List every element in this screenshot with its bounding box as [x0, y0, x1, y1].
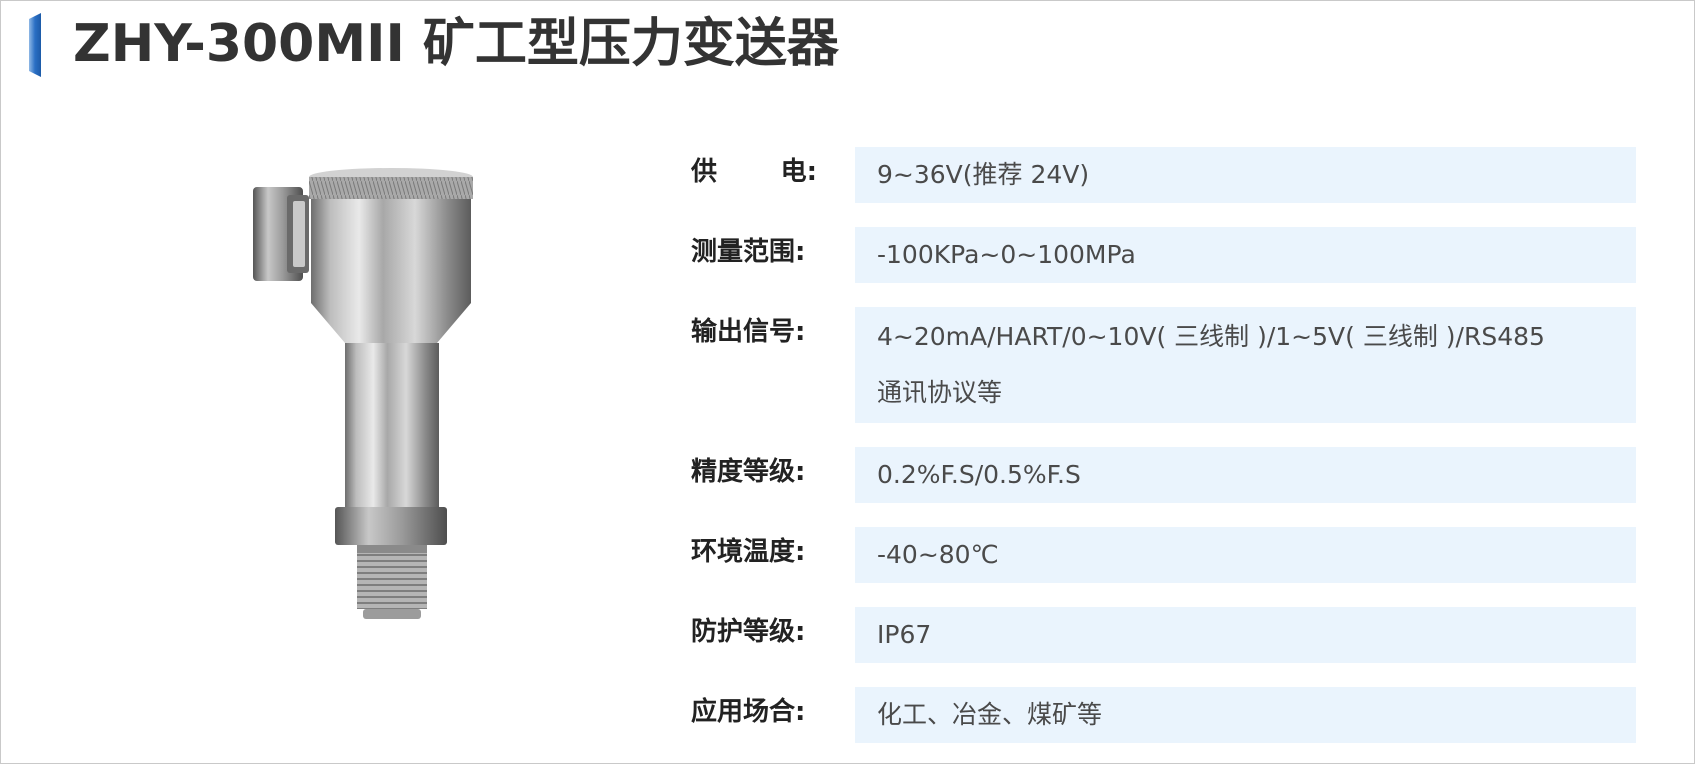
- spec-label: 测量范围:: [691, 237, 806, 267]
- spec-value: 9~36V(推荐 24V): [855, 147, 1636, 203]
- spec-table: 供 电: 9~36V(推荐 24V) 测量范围: -100KPa~0~100MP…: [691, 147, 1636, 767]
- spec-value: -100KPa~0~100MPa: [855, 227, 1636, 283]
- spec-row-range: 测量范围: -100KPa~0~100MPa: [691, 227, 1636, 283]
- spec-label: 应用场合:: [691, 697, 806, 727]
- spec-row-output: 输出信号: 4~20mA/HART/0~10V( 三线制 )/1~5V( 三线制…: [691, 307, 1636, 423]
- spec-row-application: 应用场合: 化工、冶金、煤矿等: [691, 687, 1636, 743]
- document-page: ZHY-300MII 矿工型压力变送器 供 电: 9~36V(推荐 24V) 测…: [0, 0, 1695, 764]
- spec-label: 供 电:: [691, 147, 817, 197]
- spec-row-accuracy: 精度等级: 0.2%F.S/0.5%F.S: [691, 447, 1636, 503]
- spec-label: 精度等级:: [691, 457, 806, 487]
- spec-value: -40~80℃: [855, 527, 1636, 583]
- spec-label-part: 电:: [780, 157, 817, 187]
- spec-row-temperature: 环境温度: -40~80℃: [691, 527, 1636, 583]
- pressure-transmitter-icon: [241, 167, 491, 627]
- spec-value: 4~20mA/HART/0~10V( 三线制 )/1~5V( 三线制 )/RS4…: [855, 307, 1636, 423]
- spec-value: IP67: [855, 607, 1636, 663]
- spec-value-line: 通讯协议等: [877, 378, 1003, 407]
- page-title: ZHY-300MII 矿工型压力变送器: [73, 14, 839, 74]
- spec-label: 防护等级:: [691, 617, 806, 647]
- title-accent-bar: [27, 13, 45, 77]
- spec-label: 输出信号:: [691, 317, 806, 347]
- spec-row-power: 供 电: 9~36V(推荐 24V): [691, 147, 1636, 203]
- spec-label: 环境温度:: [691, 537, 806, 567]
- spec-row-protection: 防护等级: IP67: [691, 607, 1636, 663]
- spec-label-part: 供: [691, 157, 718, 187]
- spec-value: 化工、冶金、煤矿等: [855, 687, 1636, 743]
- spec-value: 0.2%F.S/0.5%F.S: [855, 447, 1636, 503]
- spec-value-line: 4~20mA/HART/0~10V( 三线制 )/1~5V( 三线制 )/RS4…: [877, 322, 1545, 351]
